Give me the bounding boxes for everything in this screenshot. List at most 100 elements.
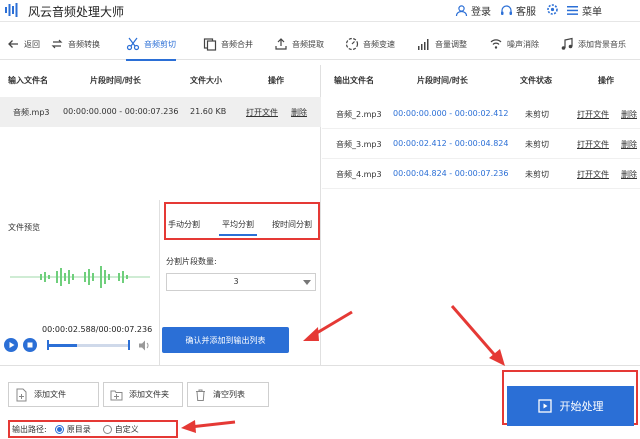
range-start-handle[interactable] (47, 340, 49, 350)
gear-icon (547, 4, 558, 15)
menu-button[interactable]: 菜单 (566, 3, 602, 18)
service-button[interactable]: 客服 (500, 3, 536, 18)
headset-icon (501, 5, 512, 15)
convert-icon (51, 39, 63, 49)
trash-icon (196, 389, 205, 401)
stop-button[interactable] (23, 338, 37, 352)
login-label: 登录 (471, 7, 491, 18)
hamburger-icon (567, 6, 578, 15)
tool-audio-speed[interactable]: 音频变速 (345, 28, 395, 60)
open-file-link[interactable]: 打开文件 (577, 139, 609, 150)
file-status: 未剪切 (525, 110, 549, 119)
playback-time: 00:00:02.588/00:00:07.236 (42, 325, 153, 334)
column-header: 输出文件名 (334, 75, 374, 85)
split-mode-tabs: 手动分割 平均分割 按时间分割 (164, 202, 320, 240)
login-button[interactable]: 登录 (455, 3, 491, 18)
segment-time: 00:00:02.412 - 00:00:04.824 (393, 139, 509, 148)
file-status: 未剪切 (525, 170, 549, 179)
column-header: 片段时间/时长 (90, 75, 141, 85)
main-toolbar: 返回 音频转换 音频剪切 音频合并 音频提取 音频变速 音量调整 噪声消除 添加… (0, 28, 640, 61)
table-row[interactable]: 音频_3.mp3 00:00:02.412 - 00:00:04.824 未剪切… (322, 129, 640, 159)
tool-audio-extract[interactable]: 音频提取 (274, 28, 324, 60)
tool-label: 音频提取 (292, 39, 324, 49)
column-header: 操作 (598, 75, 614, 85)
tool-label: 音频转换 (68, 39, 100, 49)
custom-dir-label: 自定义 (114, 424, 139, 434)
back-arrow-icon (8, 40, 18, 48)
music-note-icon (561, 37, 573, 50)
settings-button[interactable] (546, 3, 559, 16)
add-folder-label: 添加文件夹 (129, 390, 169, 399)
delete-link[interactable]: 删除 (291, 107, 307, 118)
tool-label: 噪声消除 (507, 39, 539, 49)
segment-time: 00:00:00.000 - 00:00:02.412 (393, 109, 509, 118)
tool-add-bgm[interactable]: 添加背景音乐 (560, 28, 626, 60)
delete-link[interactable]: 删除 (621, 139, 637, 150)
output-pane: 输出文件名 片段时间/时长 文件状态 操作 音频_2.mp3 00:00:00.… (322, 65, 640, 365)
segment-time: 00:00:00.000 - 00:00:07.236 (63, 107, 179, 116)
table-row[interactable]: 音频.mp3 00:00:00.000 - 00:00:07.236 21.60… (0, 97, 321, 127)
input-table-header: 输入文件名 片段时间/时长 文件大小 操作 (0, 65, 320, 95)
range-end-handle[interactable] (128, 340, 130, 350)
volume-bars-icon (418, 39, 429, 50)
tab-time-split[interactable]: 按时间分割 (272, 219, 312, 230)
open-file-link[interactable]: 打开文件 (577, 169, 609, 180)
file-name: 音频_4.mp3 (336, 170, 382, 179)
output-path-label: 输出路径: (12, 424, 47, 434)
table-row[interactable]: 音频_4.mp3 00:00:04.824 - 00:00:07.236 未剪切… (322, 159, 640, 189)
open-file-link[interactable]: 打开文件 (577, 109, 609, 120)
confirm-add-button[interactable]: 确认并添加到输出列表 (162, 327, 289, 353)
progress-fill (47, 344, 77, 347)
playback-progress[interactable] (47, 340, 130, 350)
add-folder-icon (110, 390, 123, 400)
noise-icon (490, 39, 502, 49)
preview-label: 文件预览 (8, 223, 40, 232)
tool-label: 音频合并 (221, 39, 253, 49)
column-header: 输入文件名 (8, 75, 48, 85)
app-title: 风云音频处理大师 (28, 5, 125, 19)
segment-count-select[interactable]: 3 (166, 273, 316, 291)
add-folder-button[interactable]: 添加文件夹 (103, 382, 183, 407)
delete-link[interactable]: 删除 (621, 109, 637, 120)
tool-label: 音频变速 (363, 39, 395, 49)
volume-icon[interactable] (138, 339, 151, 352)
tool-audio-merge[interactable]: 音频合并 (203, 28, 253, 60)
tool-audio-cut[interactable]: 音频剪切 (126, 28, 176, 61)
merge-icon (203, 38, 217, 51)
column-header: 文件大小 (190, 75, 222, 85)
back-label: 返回 (24, 39, 40, 49)
column-header: 文件状态 (520, 75, 552, 85)
segment-count-label: 分割片段数量: (166, 257, 217, 266)
scissors-icon (126, 37, 140, 51)
delete-link[interactable]: 删除 (621, 169, 637, 180)
speed-icon (345, 37, 359, 51)
output-table-header: 输出文件名 片段时间/时长 文件状态 操作 (322, 65, 640, 95)
segment-count-value: 3 (233, 277, 239, 286)
play-square-icon (537, 399, 552, 413)
open-file-link[interactable]: 打开文件 (246, 107, 278, 118)
play-icon (9, 342, 15, 348)
tab-manual-split[interactable]: 手动分割 (168, 219, 200, 230)
file-name: 音频_2.mp3 (336, 110, 382, 119)
file-name: 音频.mp3 (13, 108, 50, 117)
start-process-button[interactable]: 开始处理 (507, 386, 634, 426)
file-name: 音频_3.mp3 (336, 140, 382, 149)
title-bar: 风云音频处理大师 登录 客服 菜单 (0, 0, 640, 22)
back-button[interactable]: 返回 (6, 28, 40, 60)
tab-average-split[interactable]: 平均分割 (219, 219, 257, 236)
extract-icon (275, 38, 287, 50)
tool-volume-adjust[interactable]: 音量调整 (417, 28, 467, 60)
add-file-button[interactable]: 添加文件 (8, 382, 99, 407)
output-path-group: 输出路径: 原目录 自定义 (8, 420, 178, 438)
radio-custom-dir[interactable] (102, 424, 112, 434)
table-row[interactable]: 音频_2.mp3 00:00:00.000 - 00:00:02.412 未剪切… (322, 99, 640, 129)
play-button[interactable] (4, 338, 18, 352)
clear-list-button[interactable]: 清空列表 (187, 382, 269, 407)
tool-audio-convert[interactable]: 音频转换 (50, 28, 100, 60)
waveform (10, 266, 150, 288)
radio-original-dir[interactable] (54, 424, 64, 434)
tool-noise-removal[interactable]: 噪声消除 (489, 28, 539, 60)
original-dir-label: 原目录 (66, 424, 91, 434)
clear-list-label: 清空列表 (213, 390, 245, 399)
tool-label: 音量调整 (435, 39, 467, 49)
